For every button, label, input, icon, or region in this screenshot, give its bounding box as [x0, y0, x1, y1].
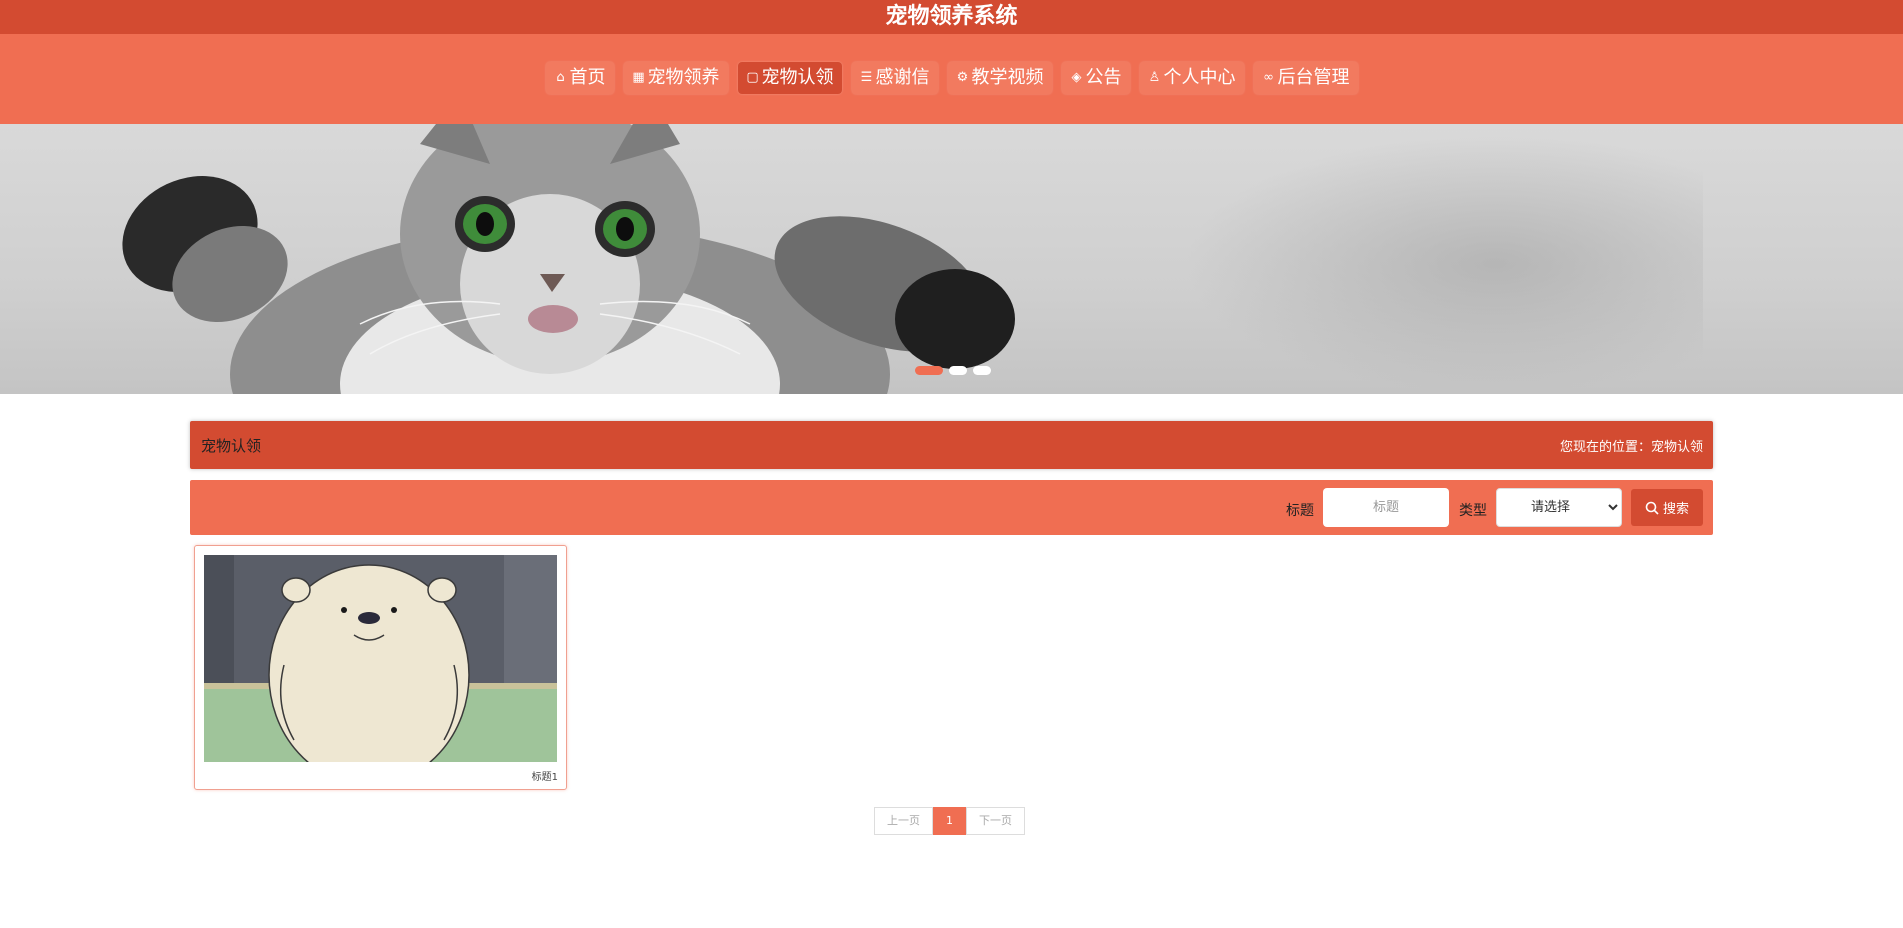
main-nav: ⌂ 首页 ▦ 宠物领养 ▢ 宠物认领 ☰ 感谢信 ⚙ 教学视频 ◈ 公告 ♙ 个…	[0, 62, 1903, 94]
search-icon	[1645, 501, 1659, 515]
nav-item-pet-adoption[interactable]: ▦ 宠物领养	[623, 62, 728, 94]
nav-band: ⌂ 首页 ▦ 宠物领养 ▢ 宠物认领 ☰ 感谢信 ⚙ 教学视频 ◈ 公告 ♙ 个…	[0, 34, 1903, 124]
carousel-dot-1[interactable]	[915, 366, 943, 375]
gift-icon: ▦	[632, 70, 645, 85]
cube-icon: ◈	[1071, 70, 1082, 85]
breadcrumb: 您现在的位置：宠物认领	[1560, 436, 1703, 455]
search-bar: 标题 类型 请选择 搜索	[190, 480, 1713, 535]
nav-item-label: 公告	[1085, 67, 1122, 88]
carousel-indicators	[915, 366, 991, 375]
page-header-bar: 宠物认领 您现在的位置：宠物认领	[190, 421, 1713, 469]
breadcrumb-label: 您现在的位置：	[1559, 440, 1651, 455]
nav-item-label: 宠物认领	[761, 67, 834, 88]
carousel-dot-3[interactable]	[973, 366, 991, 375]
app-title: 宠物领养系统	[0, 0, 1903, 34]
nav-item-personal-center[interactable]: ♙ 个人中心	[1139, 62, 1244, 94]
type-select[interactable]: 请选择	[1496, 488, 1622, 527]
home-icon: ⌂	[556, 70, 565, 85]
next-page-button[interactable]: 下一页	[966, 807, 1025, 835]
nav-item-admin[interactable]: ∞ 后台管理	[1253, 62, 1358, 94]
sliders-icon: ☰	[860, 70, 873, 85]
pet-card-caption: 标题1	[531, 772, 558, 783]
nav-item-label: 后台管理	[1277, 67, 1350, 88]
page-title: 宠物认领	[201, 437, 262, 455]
nav-item-label: 教学视频	[971, 67, 1044, 88]
search-button[interactable]: 搜索	[1631, 489, 1703, 526]
gear-icon: ⚙	[956, 70, 969, 85]
nav-item-label: 宠物领养	[647, 67, 720, 88]
current-page-button[interactable]: 1	[933, 807, 966, 835]
type-filter-label: 类型	[1459, 503, 1487, 519]
nav-item-label: 个人中心	[1163, 67, 1236, 88]
nav-item-pet-claim[interactable]: ▢ 宠物认领	[737, 62, 842, 94]
nav-item-label: 感谢信	[875, 67, 930, 88]
nav-item-thank-you-letters[interactable]: ☰ 感谢信	[851, 62, 938, 94]
carousel-dot-2[interactable]	[949, 366, 967, 375]
nav-item-label: 首页	[569, 67, 606, 88]
kitten-image	[122, 124, 1015, 394]
nav-item-home[interactable]: ⌂ 首页	[545, 62, 614, 94]
prev-page-button[interactable]: 上一页	[874, 807, 933, 835]
user-icon: ♙	[1148, 70, 1161, 85]
polar-bear-illustration	[204, 555, 557, 762]
link-icon: ∞	[1263, 70, 1274, 85]
pagination: 上一页 1 下一页	[874, 807, 1025, 835]
breadcrumb-current[interactable]: 宠物认领	[1651, 440, 1703, 455]
banner-carousel[interactable]	[0, 124, 1903, 394]
search-button-label: 搜索	[1662, 502, 1689, 517]
title-search-input[interactable]	[1323, 488, 1449, 527]
file-icon: ▢	[746, 70, 759, 85]
nav-item-announcements[interactable]: ◈ 公告	[1061, 62, 1130, 94]
pet-card-image	[204, 555, 557, 762]
nav-item-tutorial-videos[interactable]: ⚙ 教学视频	[947, 62, 1052, 94]
title-filter-label: 标题	[1286, 503, 1314, 519]
pet-card[interactable]: 标题1	[194, 545, 567, 790]
